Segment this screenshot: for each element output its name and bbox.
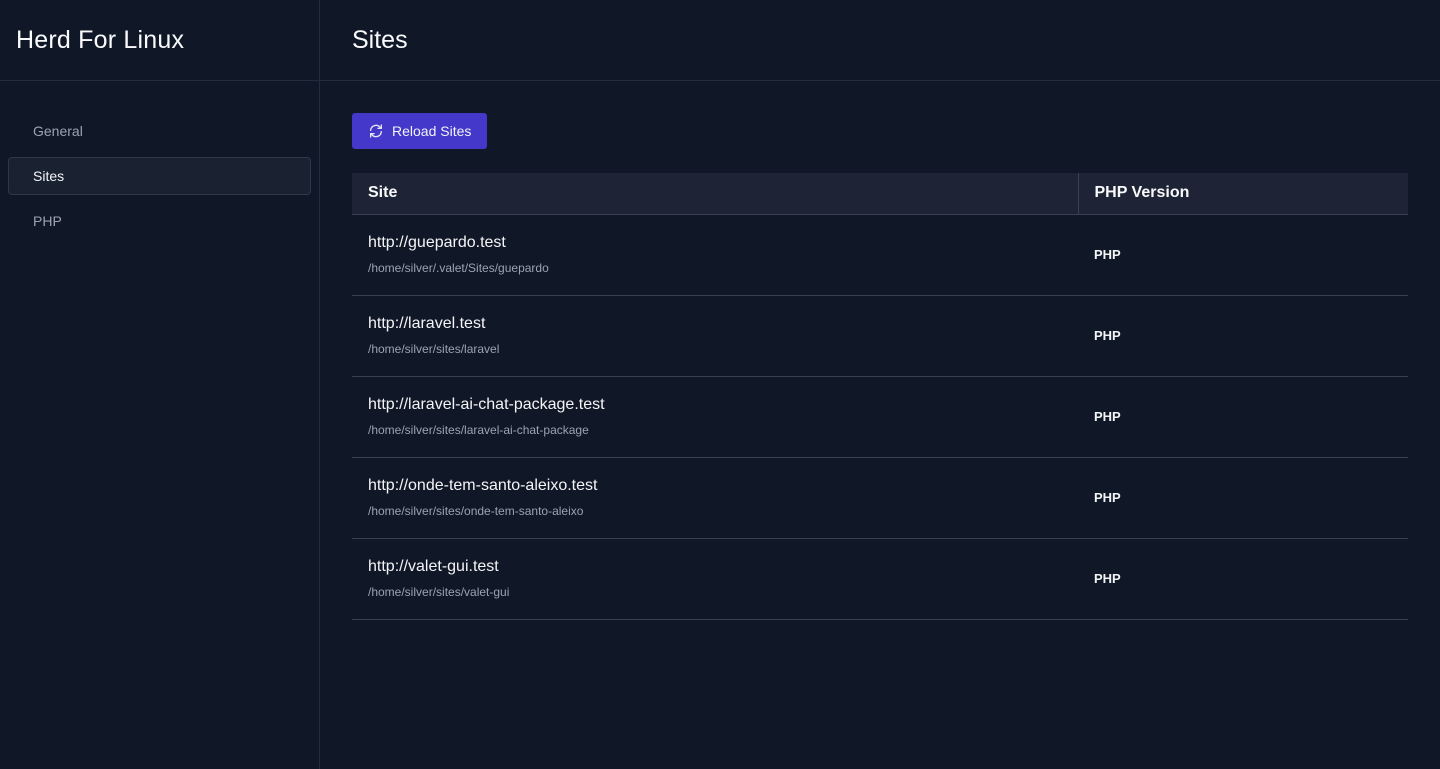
table-row: http://guepardo.test /home/silver/.valet…	[352, 214, 1408, 296]
sidebar-header: Herd For Linux	[0, 0, 319, 81]
php-version: PHP	[1094, 570, 1121, 586]
column-header-php-version: PHP Version	[1078, 173, 1408, 215]
main-header: Sites	[320, 0, 1440, 81]
sidebar-item-general[interactable]: General	[8, 112, 311, 150]
site-cell: http://onde-tem-santo-aleixo.test /home/…	[352, 457, 1078, 539]
app-window: Herd For Linux General Sites PHP Sites R…	[0, 0, 1440, 769]
php-version: PHP	[1094, 489, 1121, 505]
site-url-link[interactable]: http://onde-tem-santo-aleixo.test	[368, 477, 1078, 495]
main-panel: Sites Reload Sites Site PHP Version http…	[320, 0, 1440, 769]
refresh-icon	[368, 123, 384, 139]
site-url-link[interactable]: http://guepardo.test	[368, 234, 1078, 252]
site-cell: http://guepardo.test /home/silver/.valet…	[352, 214, 1078, 296]
site-url-link[interactable]: http://valet-gui.test	[368, 558, 1078, 576]
main-content: Reload Sites Site PHP Version http://gue…	[320, 81, 1440, 620]
php-version: PHP	[1094, 408, 1121, 424]
table-row: http://onde-tem-santo-aleixo.test /home/…	[352, 457, 1408, 539]
site-url-link[interactable]: http://laravel-ai-chat-package.test	[368, 396, 1078, 414]
php-cell: PHP	[1078, 538, 1408, 620]
site-cell: http://laravel-ai-chat-package.test /hom…	[352, 376, 1078, 458]
php-cell: PHP	[1078, 295, 1408, 377]
sidebar-item-sites[interactable]: Sites	[8, 157, 311, 195]
php-version: PHP	[1094, 246, 1121, 262]
site-path: /home/silver/sites/onde-tem-santo-aleixo	[368, 504, 584, 518]
table-row: http://valet-gui.test /home/silver/sites…	[352, 538, 1408, 620]
site-cell: http://valet-gui.test /home/silver/sites…	[352, 538, 1078, 620]
page-title: Sites	[352, 25, 408, 54]
sidebar: Herd For Linux General Sites PHP	[0, 0, 320, 769]
reload-sites-label: Reload Sites	[392, 123, 472, 139]
sidebar-nav: General Sites PHP	[0, 81, 319, 240]
site-path: /home/silver/sites/laravel-ai-chat-packa…	[368, 423, 589, 437]
table-header-row: Site PHP Version	[352, 173, 1408, 215]
sidebar-item-php[interactable]: PHP	[8, 202, 311, 240]
php-cell: PHP	[1078, 214, 1408, 296]
table-row: http://laravel-ai-chat-package.test /hom…	[352, 376, 1408, 458]
php-cell: PHP	[1078, 457, 1408, 539]
php-cell: PHP	[1078, 376, 1408, 458]
table-row: http://laravel.test /home/silver/sites/l…	[352, 295, 1408, 377]
site-path: /home/silver/sites/laravel	[368, 342, 500, 356]
app-title: Herd For Linux	[16, 25, 185, 54]
php-version: PHP	[1094, 327, 1121, 343]
site-path: /home/silver/sites/valet-gui	[368, 585, 510, 599]
site-cell: http://laravel.test /home/silver/sites/l…	[352, 295, 1078, 377]
sites-table: Site PHP Version http://guepardo.test /h…	[352, 173, 1408, 620]
reload-sites-button[interactable]: Reload Sites	[352, 113, 488, 149]
column-header-site: Site	[352, 173, 1079, 215]
site-path: /home/silver/.valet/Sites/guepardo	[368, 261, 549, 275]
site-url-link[interactable]: http://laravel.test	[368, 315, 1078, 333]
